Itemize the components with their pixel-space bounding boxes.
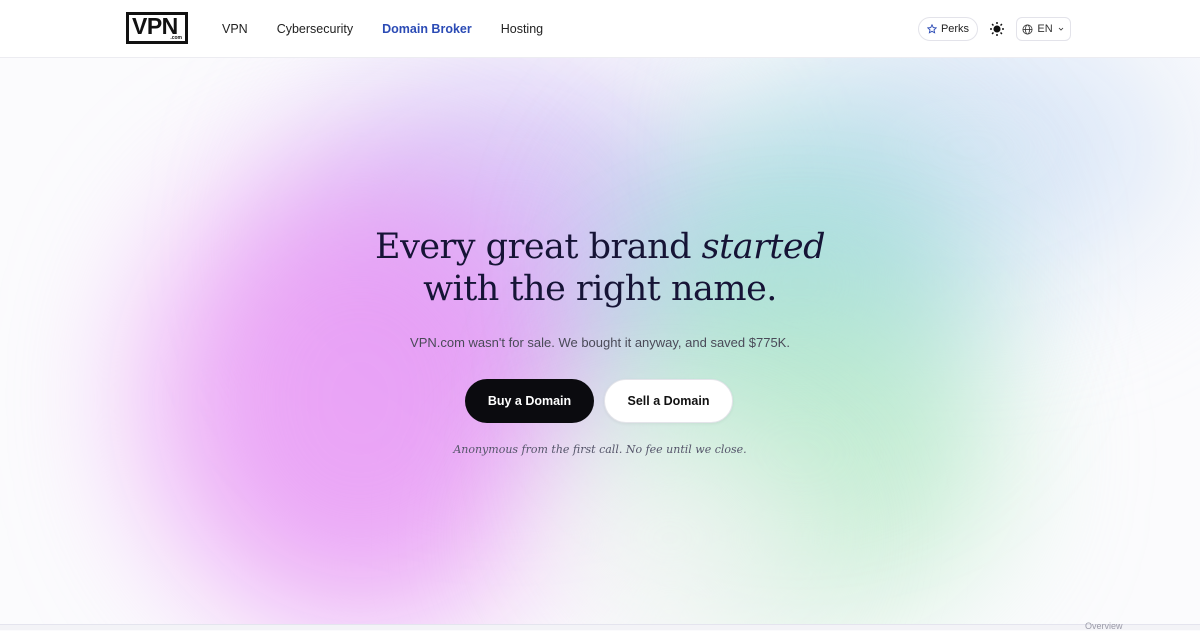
perks-label: Perks [940,23,970,35]
language-label: EN [1037,23,1053,35]
buy-domain-button[interactable]: Buy a Domain [465,379,594,423]
sun-icon[interactable] [989,21,1005,37]
sell-domain-button[interactable]: Sell a Domain [604,379,733,423]
headline-part1: Every great brand [375,227,702,267]
hero-section: Every great brand started with the right… [0,58,1200,630]
nav-vpn[interactable]: VPN [222,22,248,36]
hero-subtext: VPN.com wasn't for sale. We bought it an… [410,335,790,350]
site-header: VPN .com VPN Cybersecurity Domain Broker… [0,0,1200,58]
perks-button[interactable]: Perks [918,17,978,41]
hero-headline: Every great brand started with the right… [0,226,1200,310]
bottom-bar [0,624,1200,630]
nav-cybersecurity[interactable]: Cybersecurity [277,22,353,36]
globe-icon [1022,24,1033,34]
nav-hosting[interactable]: Hosting [501,22,543,36]
headline-line2: with the right name. [423,269,777,309]
chevron-down-icon [1058,27,1063,31]
headline-italic: started [701,227,826,267]
logo-subtext: .com [170,35,182,41]
main-nav: VPN Cybersecurity Domain Broker Hosting [222,0,543,58]
nav-domain-broker[interactable]: Domain Broker [382,22,472,36]
star-icon [926,24,937,34]
vpn-logo[interactable]: VPN .com [126,12,188,44]
hero-footnote: Anonymous from the first call. No fee un… [453,443,747,456]
gradient-blob [520,438,820,630]
language-selector[interactable]: EN [1016,17,1071,41]
